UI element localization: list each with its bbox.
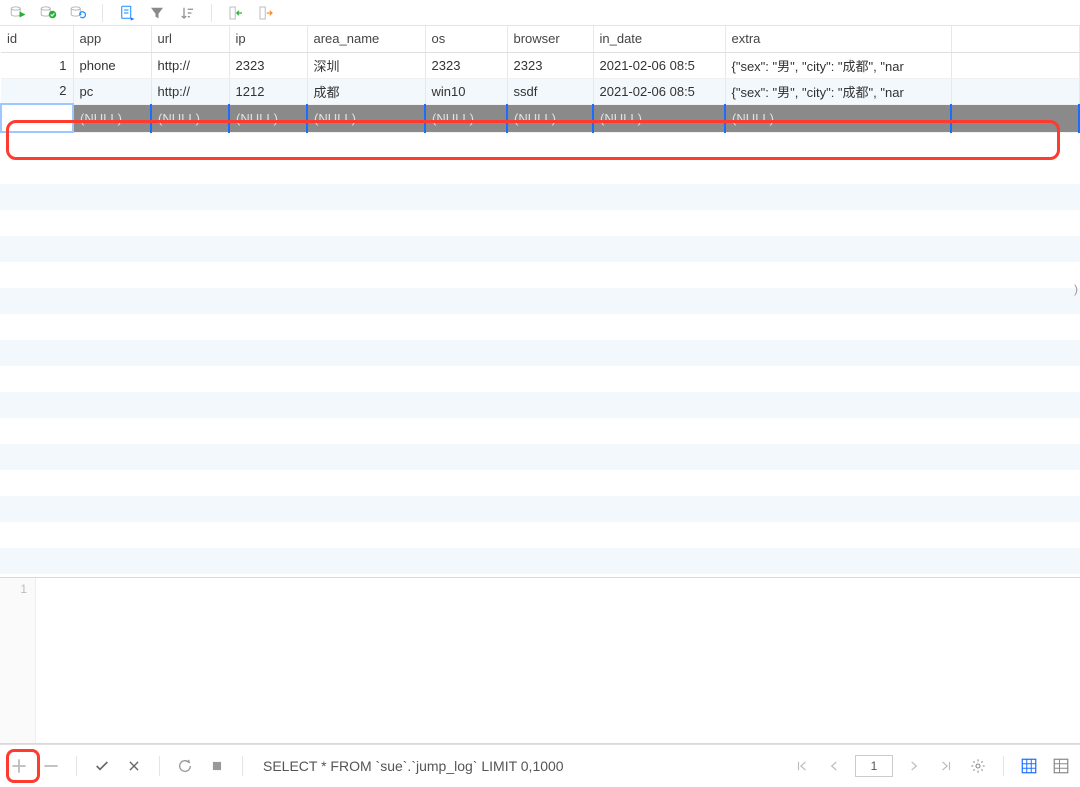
cell-id-editing[interactable] bbox=[1, 104, 73, 132]
cell-area[interactable]: 成都 bbox=[307, 78, 425, 104]
cell-url[interactable]: http:// bbox=[151, 78, 229, 104]
last-page-button[interactable] bbox=[935, 755, 957, 777]
cell-extra[interactable]: {"sex": "男", "city": "成都", "nar bbox=[725, 78, 951, 104]
next-page-button[interactable] bbox=[903, 755, 925, 777]
cell-url[interactable]: http:// bbox=[151, 52, 229, 78]
cell-null[interactable]: (NULL) bbox=[425, 104, 507, 132]
cell-null[interactable]: (NULL) bbox=[507, 104, 593, 132]
add-row-button[interactable] bbox=[8, 755, 30, 777]
script-icon[interactable] bbox=[115, 2, 139, 24]
prev-page-button[interactable] bbox=[823, 755, 845, 777]
import-icon[interactable] bbox=[224, 2, 248, 24]
cell-browser[interactable]: 2323 bbox=[507, 52, 593, 78]
run-query-icon[interactable] bbox=[6, 2, 30, 24]
separator bbox=[159, 756, 160, 776]
reload-button[interactable] bbox=[174, 755, 196, 777]
col-browser[interactable]: browser bbox=[507, 26, 593, 52]
bottom-toolbar: SELECT * FROM `sue`.`jump_log` LIMIT 0,1… bbox=[0, 744, 1080, 786]
stop-button[interactable] bbox=[206, 755, 228, 777]
table-row[interactable]: 1 phone http:// 2323 深圳 2323 2323 2021-0… bbox=[1, 52, 1079, 78]
cell-id[interactable]: 2 bbox=[1, 78, 73, 104]
page-input[interactable] bbox=[855, 755, 893, 777]
col-os[interactable]: os bbox=[425, 26, 507, 52]
separator bbox=[1003, 756, 1004, 776]
cell-app[interactable]: phone bbox=[73, 52, 151, 78]
cell-os[interactable]: 2323 bbox=[425, 52, 507, 78]
right-paren-marker: ) bbox=[1074, 282, 1078, 296]
table-row[interactable]: 2 pc http:// 1212 成都 win10 ssdf 2021-02-… bbox=[1, 78, 1079, 104]
cell-null[interactable]: ••• (NULL) bbox=[725, 104, 951, 132]
separator bbox=[76, 756, 77, 776]
col-app[interactable]: app bbox=[73, 26, 151, 52]
cell-padding bbox=[951, 78, 1079, 104]
cell-in-date[interactable]: 2021-02-06 08:5 bbox=[593, 78, 725, 104]
sort-icon[interactable] bbox=[175, 2, 199, 24]
cancel-button[interactable] bbox=[123, 755, 145, 777]
separator bbox=[211, 4, 212, 22]
cell-browser[interactable]: ssdf bbox=[507, 78, 593, 104]
export-icon[interactable] bbox=[254, 2, 278, 24]
first-page-button[interactable] bbox=[791, 755, 813, 777]
sql-editor-panel[interactable]: 1 bbox=[0, 578, 1080, 744]
cell-ip[interactable]: 1212 bbox=[229, 78, 307, 104]
cell-null[interactable]: (NULL) bbox=[307, 104, 425, 132]
col-extra[interactable]: extra bbox=[725, 26, 951, 52]
separator bbox=[242, 756, 243, 776]
cell-id[interactable]: 1 bbox=[1, 52, 73, 78]
col-area-name[interactable]: area_name bbox=[307, 26, 425, 52]
data-grid[interactable]: id app url ip area_name os browser in_da… bbox=[0, 26, 1080, 578]
filter-icon[interactable] bbox=[145, 2, 169, 24]
editor-body[interactable] bbox=[36, 578, 1080, 743]
grid-view-button[interactable] bbox=[1018, 755, 1040, 777]
cell-in-date[interactable]: 2021-02-06 08:5 bbox=[593, 52, 725, 78]
cell-extra[interactable]: {"sex": "男", "city": "成都", "nar bbox=[725, 52, 951, 78]
refresh-db-icon[interactable] bbox=[66, 2, 90, 24]
remove-row-button[interactable] bbox=[40, 755, 62, 777]
apply-button[interactable] bbox=[91, 755, 113, 777]
cell-os[interactable]: win10 bbox=[425, 78, 507, 104]
header-row[interactable]: id app url ip area_name os browser in_da… bbox=[1, 26, 1079, 52]
col-padding bbox=[951, 26, 1079, 52]
cell-padding bbox=[951, 104, 1079, 132]
cell-ip[interactable]: 2323 bbox=[229, 52, 307, 78]
cell-null[interactable]: (NULL) bbox=[593, 104, 725, 132]
col-url[interactable]: url bbox=[151, 26, 229, 52]
cell-null[interactable]: (NULL) bbox=[73, 104, 151, 132]
form-view-button[interactable] bbox=[1050, 755, 1072, 777]
cell-padding bbox=[951, 52, 1079, 78]
sql-query-text: SELECT * FROM `sue`.`jump_log` LIMIT 0,1… bbox=[263, 758, 564, 774]
commit-icon[interactable] bbox=[36, 2, 60, 24]
editor-gutter: 1 bbox=[0, 578, 36, 743]
col-in-date[interactable]: in_date bbox=[593, 26, 725, 52]
cell-null[interactable]: (NULL) bbox=[151, 104, 229, 132]
col-ip[interactable]: ip bbox=[229, 26, 307, 52]
col-id[interactable]: id bbox=[1, 26, 73, 52]
cell-area[interactable]: 深圳 bbox=[307, 52, 425, 78]
cell-app[interactable]: pc bbox=[73, 78, 151, 104]
separator bbox=[102, 4, 103, 22]
settings-button[interactable] bbox=[967, 755, 989, 777]
top-toolbar bbox=[0, 0, 1080, 26]
cell-null[interactable]: (NULL) bbox=[229, 104, 307, 132]
new-row-editing[interactable]: (NULL) (NULL) (NULL) (NULL) (NULL) (NULL… bbox=[1, 104, 1079, 132]
